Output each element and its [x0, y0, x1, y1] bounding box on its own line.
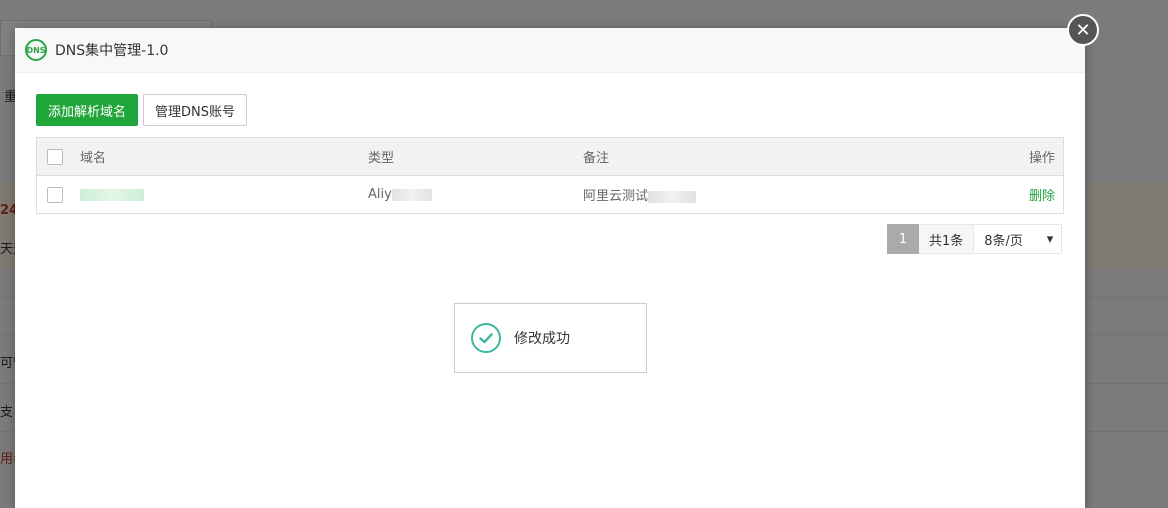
success-toast: 修改成功 — [454, 303, 647, 373]
table-row: Aliy 阿里云测试 删除 — [37, 176, 1063, 213]
page-size-select[interactable]: 8条/页 ▾ — [974, 224, 1063, 254]
header-type: 类型 — [368, 151, 395, 166]
domain-table: 域名 类型 备注 操作 Aliy 阿里云测试 删除 — [36, 137, 1064, 214]
toolbar: 添加解析域名 管理DNS账号 — [36, 94, 248, 126]
dialog-title: DNS集中管理-1.0 — [55, 43, 169, 59]
redacted-domain — [80, 188, 144, 201]
delete-link[interactable]: 删除 — [1029, 185, 1055, 204]
manage-dns-account-button[interactable]: 管理DNS账号 — [143, 94, 248, 126]
close-dialog-icon[interactable]: ✕ — [1067, 14, 1099, 46]
header-domain: 域名 — [80, 151, 107, 166]
dialog-header: DNS DNS集中管理-1.0 — [15, 28, 1085, 73]
dns-manager-dialog: DNS DNS集中管理-1.0 添加解析域名 管理DNS账号 域名 类型 备注 … — [15, 28, 1085, 508]
redacted-type — [391, 188, 432, 201]
check-circle-icon — [471, 323, 501, 353]
background-text: 支 — [0, 405, 14, 420]
row-domain — [80, 187, 144, 202]
row-note-text: 阿里云测试 — [583, 189, 649, 204]
dns-logo-icon: DNS — [25, 39, 47, 61]
row-type: Aliy — [368, 187, 432, 202]
add-domain-button[interactable]: 添加解析域名 — [36, 94, 139, 126]
toast-message: 修改成功 — [514, 331, 570, 347]
row-checkbox[interactable] — [47, 186, 63, 203]
chevron-down-icon: ▾ — [1046, 231, 1054, 247]
header-note: 备注 — [583, 151, 610, 166]
total-count: 共1条 — [919, 224, 975, 254]
table-header-row: 域名 类型 备注 操作 — [37, 138, 1063, 176]
row-type-text: Aliy — [368, 187, 392, 202]
row-note: 阿里云测试 — [583, 185, 697, 204]
select-all-checkbox[interactable] — [47, 148, 63, 165]
pagination: 1 共1条 8条/页 ▾ — [887, 224, 1063, 254]
page-size-value: 8条/页 — [984, 233, 1023, 249]
page-1-button[interactable]: 1 — [887, 224, 919, 254]
redacted-note — [648, 190, 697, 203]
header-action: 操作 — [1028, 151, 1055, 166]
